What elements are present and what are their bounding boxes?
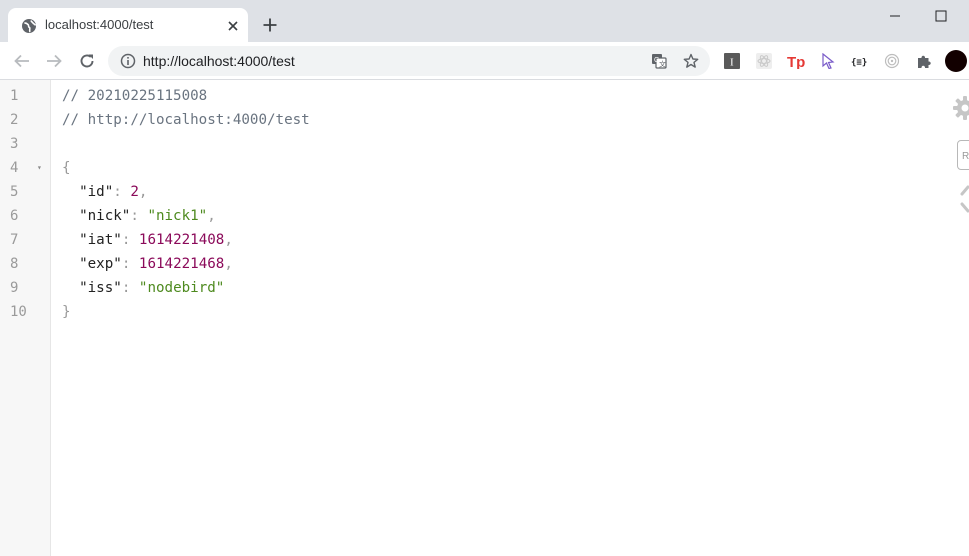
forward-arrow-icon[interactable] <box>45 52 63 70</box>
colon: : <box>121 232 139 248</box>
line-number: 1 <box>10 88 19 104</box>
code-line: 1 // 20210225115008 <box>0 84 940 108</box>
json-value: "nodebird" <box>138 280 225 296</box>
svg-text:I: I <box>730 57 734 69</box>
line-number: 9 <box>10 280 19 296</box>
line-number: 3 <box>10 136 19 152</box>
line-number: 8 <box>10 256 19 272</box>
svg-text:文: 文 <box>659 60 666 69</box>
tab-title: localhost:4000/test <box>45 17 154 32</box>
json-key: "iss" <box>79 280 122 296</box>
react-devtools-icon[interactable] <box>756 53 772 69</box>
open-brace: { <box>62 160 71 176</box>
comma: , <box>138 184 148 200</box>
translate-icon[interactable]: G 文 <box>651 53 667 69</box>
tab-strip: localhost:4000/test <box>0 0 969 42</box>
collapse-icon[interactable] <box>958 184 969 214</box>
globe-icon <box>22 19 37 33</box>
code-line: 2 // http://localhost:4000/test <box>0 108 940 132</box>
svg-text:{≡}: {≡} <box>851 58 867 68</box>
puzzle-icon[interactable] <box>916 53 932 69</box>
line-number: 10 <box>10 304 27 320</box>
close-brace: } <box>62 304 71 320</box>
json-property: 6 "nick": "nick1", <box>0 204 940 228</box>
json-value: 1614221408 <box>138 232 225 248</box>
json-property: 8 "exp": 1614221468, <box>0 252 940 276</box>
colon: : <box>121 280 139 296</box>
profile-avatar[interactable] <box>945 50 967 72</box>
gear-icon[interactable] <box>952 95 969 121</box>
json-key: "iat" <box>79 232 122 248</box>
code-line: 10 } <box>0 300 940 324</box>
line-number: 4 <box>10 160 19 176</box>
plus-icon[interactable] <box>262 17 278 33</box>
json-value: 1614221468 <box>138 256 225 272</box>
json-key: "exp" <box>79 256 122 272</box>
address-bar[interactable]: http://localhost:4000/test G 文 <box>108 46 710 76</box>
json-value: 2 <box>130 184 139 200</box>
info-icon[interactable] <box>120 53 136 69</box>
json-key: "nick" <box>79 208 131 224</box>
browser-tab[interactable]: localhost:4000/test <box>8 8 248 42</box>
instapaper-icon[interactable]: I <box>724 53 740 69</box>
comma: , <box>207 208 216 224</box>
json-viewer-icon[interactable]: {≡} <box>850 53 870 69</box>
back-arrow-icon[interactable] <box>13 52 31 70</box>
line-number: 7 <box>10 232 19 248</box>
cursor-icon[interactable] <box>820 53 836 69</box>
comma: , <box>224 232 233 248</box>
json-property: 9 "iss": "nodebird" <box>0 276 940 300</box>
comment-timestamp: // 20210225115008 <box>62 88 208 104</box>
json-key: "id" <box>79 184 114 200</box>
colon: : <box>130 208 148 224</box>
colon: : <box>121 256 139 272</box>
line-number: 2 <box>10 112 19 128</box>
comma: , <box>224 256 233 272</box>
url-text[interactable]: http://localhost:4000/test <box>143 53 295 69</box>
raw-toggle-label: R <box>962 151 969 162</box>
maximize-icon[interactable] <box>931 6 951 26</box>
browser-toolbar: http://localhost:4000/test G 文 I Tp {≡} <box>0 42 969 80</box>
raw-toggle-icon[interactable]: R <box>957 140 969 170</box>
svg-text:Tp: Tp <box>787 54 805 69</box>
line-number: 6 <box>10 208 19 224</box>
line-number: 5 <box>10 184 19 200</box>
code-line: 4 ▾ { <box>0 156 940 180</box>
star-icon[interactable] <box>683 53 699 69</box>
colon: : <box>113 184 131 200</box>
tp-icon[interactable]: Tp <box>787 53 807 69</box>
json-value: "nick1" <box>147 208 208 224</box>
code-line: 3 <box>0 132 940 156</box>
close-icon[interactable] <box>225 18 241 34</box>
minimize-icon[interactable] <box>885 8 905 24</box>
redux-icon[interactable] <box>884 53 900 69</box>
reload-icon[interactable] <box>78 52 96 70</box>
json-property: 7 "iat": 1614221408, <box>0 228 940 252</box>
comment-url: // http://localhost:4000/test <box>62 112 310 128</box>
fold-toggle-icon[interactable]: ▾ <box>37 156 42 180</box>
json-viewer: 1 // 20210225115008 2 // http://localhos… <box>0 84 940 324</box>
json-property: 5 "id": 2, <box>0 180 940 204</box>
